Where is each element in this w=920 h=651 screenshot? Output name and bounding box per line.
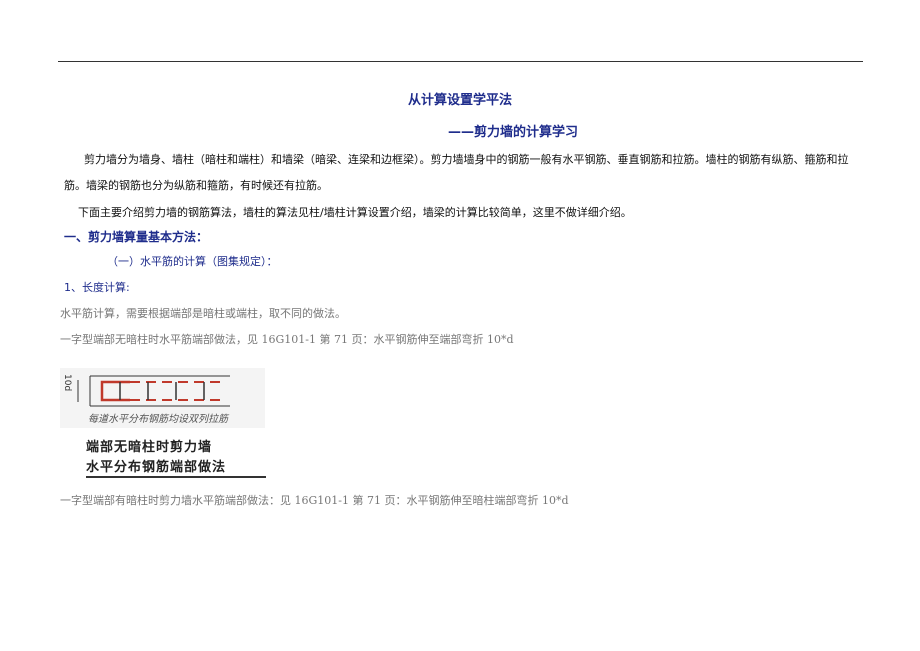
page-subtitle: ——剪力墙的计算学习 bbox=[448, 125, 579, 140]
body-line-1: 水平筋计算，需要根据端部是暗柱或端柱，取不同的做法。 bbox=[60, 307, 346, 320]
intro-paragraph-2: 下面主要介绍剪力墙的钢筋算法，墙柱的算法见柱/墙柱计算设置介绍，墙梁的计算比较简… bbox=[78, 206, 632, 219]
figure-caption-1: 端部无暗柱时剪力墙 bbox=[86, 440, 213, 455]
figure-caption-2: 水平分布钢筋端部做法 bbox=[86, 456, 266, 478]
section-heading-1: 一、剪力墙算量基本方法： bbox=[64, 230, 209, 244]
page-title: 从计算设置学平法 bbox=[407, 93, 512, 108]
body-line-2: 一字型端部无暗柱时水平筋端部做法，见 16G101-1 第 71 页：水平钢筋伸… bbox=[60, 333, 514, 346]
subsection-heading: （一）水平筋的计算（图集规定）： bbox=[107, 255, 278, 268]
header-rule bbox=[58, 61, 863, 62]
figure-note: 每道水平分布钢筋均设双列拉筋 bbox=[88, 414, 228, 425]
intro-paragraph: 剪力墙分为墙身、墙柱（暗柱和端柱）和墙梁（暗梁、连梁和边框梁）。剪力墙墙身中的钢… bbox=[64, 153, 849, 192]
rebar-figure: 10d 每道水平分布钢筋均设双列拉筋 端部无暗柱时剪力墙 水平分布钢筋端部做法 bbox=[60, 368, 266, 486]
body-line-3: 一字型端部有暗柱时剪力墙水平筋端部做法：见 16G101-1 第 71 页：水平… bbox=[60, 494, 569, 507]
dim-label: 10d bbox=[62, 374, 72, 392]
length-calc-heading: 1、长度计算: bbox=[64, 281, 130, 294]
